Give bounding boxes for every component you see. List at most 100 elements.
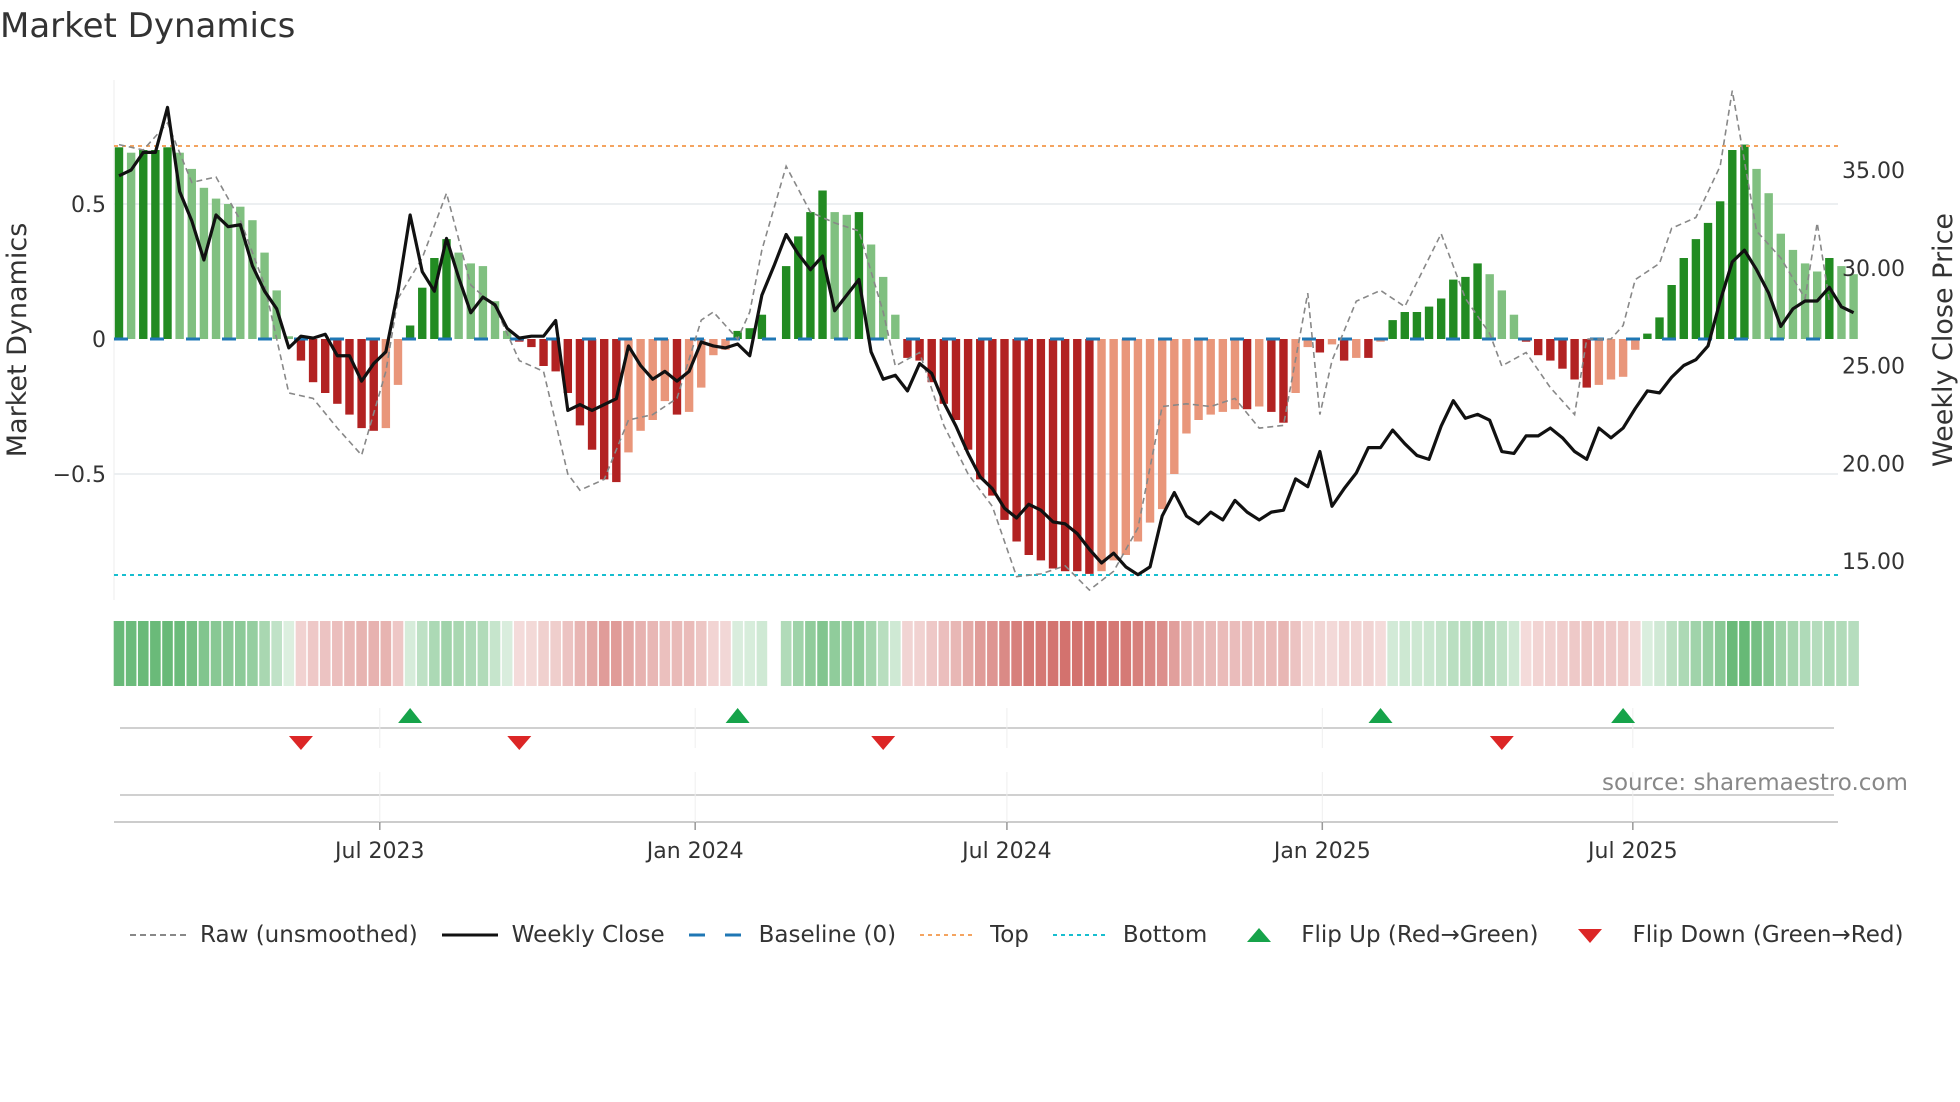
legend-dashed-blue-line-icon [688,933,745,937]
legend-label: Flip Down (Green→Red) [1632,922,1904,948]
legend-label: Top [990,922,1029,948]
momentum-bar [539,339,548,366]
momentum-bar [806,212,815,339]
y2-tick-label: 25.00 [1842,355,1905,380]
heat-cell [1448,621,1459,686]
momentum-bar [1461,276,1470,339]
heat-cell [756,621,768,686]
heat-cell [1011,621,1022,686]
momentum-bar [891,314,900,339]
line-layer [114,90,1855,592]
momentum-bar [199,187,209,339]
y2-axis-label: Weekly Close Price [1928,213,1959,467]
heat-cell [198,621,210,686]
heat-cell [1144,621,1156,686]
heat-cell [1763,621,1774,686]
heat-cell [453,621,464,686]
momentum-bar [1291,339,1300,393]
heat-cell [1338,621,1350,686]
heat-cell [695,621,707,686]
heat-cell [1629,621,1641,686]
x-tick-label: Jul 2025 [1586,839,1678,864]
momentum-bar [1534,339,1543,356]
momentum-bar [951,339,961,420]
flip-up-marker [1611,708,1636,723]
heat-cell [1702,621,1714,686]
heat-cell [307,621,319,686]
legend-item: Flip Up (Red→Green) [1229,922,1538,948]
momentum-bar [1339,339,1349,361]
momentum-bar [1570,339,1579,380]
heat-cell [671,621,683,686]
heat-cell [829,621,840,686]
heat-cell [271,621,282,686]
heat-cell [465,621,477,686]
momentum-bar [575,339,585,426]
momentum-bar [248,220,257,339]
heat-cell [1836,621,1847,686]
heat-cell [1229,621,1241,686]
heat-cell [999,621,1010,686]
momentum-bar [1703,222,1713,339]
heat-cell [1411,621,1423,686]
heat-cell [1557,621,1568,686]
heat-cell [1350,621,1362,686]
heat-cell [792,621,804,686]
heat-cell [380,621,392,686]
heat-cell [890,621,901,686]
momentum-bar [1085,339,1094,574]
heat-cell [501,621,513,686]
momentum-bar [187,168,196,339]
heat-cell [1290,621,1301,686]
momentum-bar [830,212,839,339]
momentum-bar [1667,285,1676,339]
legend-item: Bottom [1051,922,1207,948]
heat-cell [780,621,792,686]
heat-cell [1569,621,1580,686]
heat-cell [1605,621,1617,686]
heat-cell [647,621,659,686]
momentum-bar [126,152,136,339]
heat-cell [732,621,743,686]
heat-cell [1169,621,1180,686]
heat-cell [623,621,634,686]
heat-cell [1751,621,1762,686]
legend-label: Bottom [1122,922,1208,948]
heat-cell [1811,621,1823,686]
heat-cell [962,621,974,686]
momentum-bar [1509,314,1519,339]
legend-item: Raw (unsmoothed) [128,922,418,948]
momentum-bar [1000,339,1009,520]
momentum-bar [1121,339,1130,555]
momentum-bar [1327,339,1337,345]
momentum-bar [1655,317,1664,339]
heat-cell [720,621,731,686]
flip-up-marker [398,708,423,723]
momentum-bar [1242,339,1252,410]
momentum-bar [1400,312,1409,339]
heat-cell [1096,621,1107,686]
legend-item: Flip Down (Green→Red) [1560,922,1903,948]
flip-down-marker [871,736,896,750]
source-credit: source: sharemaestro.com [1602,770,1908,796]
heat-cell [1193,621,1204,686]
heat-cell [853,621,865,686]
momentum-bar [1449,279,1458,339]
heat-cell [914,621,925,686]
momentum-bar [781,266,791,339]
heat-cell [902,621,913,686]
momentum-bar [1436,298,1446,339]
momentum-bar [1315,339,1325,353]
heat-cell [477,621,489,686]
legend-label: Baseline (0) [758,922,897,948]
momentum-bar [1206,339,1215,415]
heat-cell [1253,621,1265,686]
heat-cell [1387,621,1398,686]
heat-cell [1678,621,1690,686]
heat-cell [865,621,877,686]
momentum-bar [854,212,864,339]
momentum-bar [587,339,597,450]
momentum-bar [1485,274,1494,339]
heat-cell [113,621,125,686]
y2-tick-label: 15.00 [1842,550,1905,575]
